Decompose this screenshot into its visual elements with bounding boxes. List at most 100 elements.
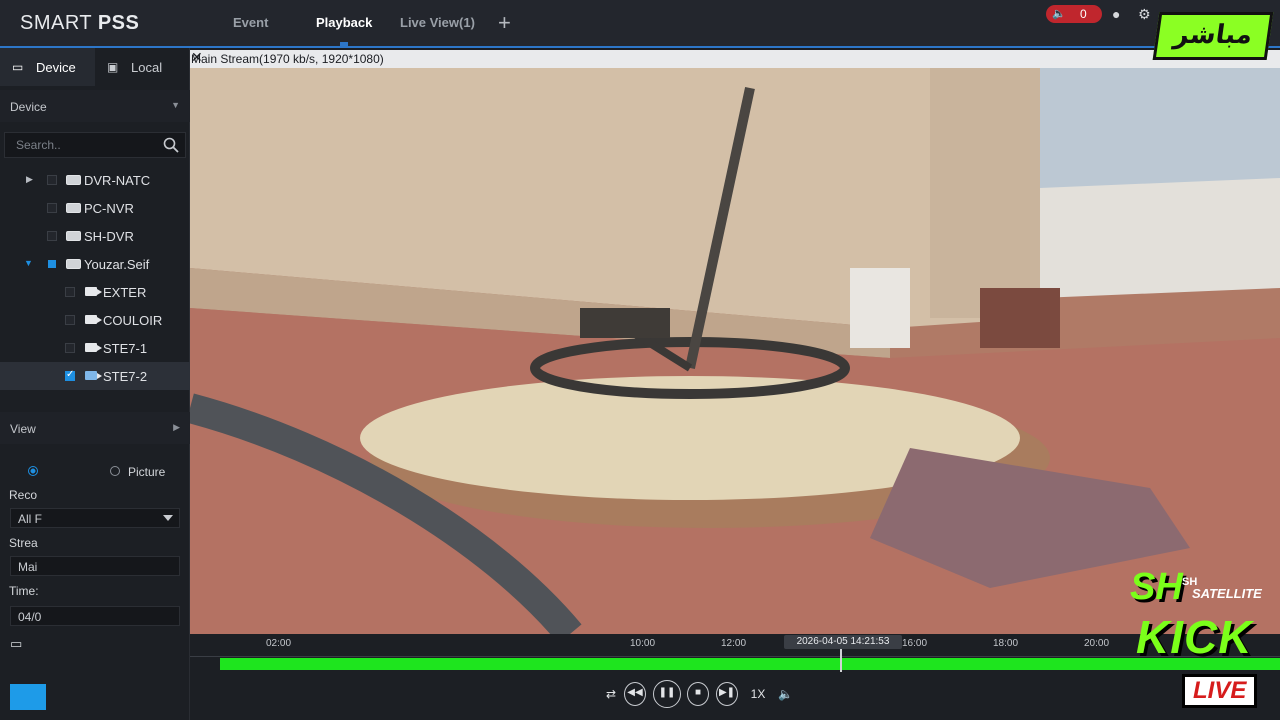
tree-checkbox[interactable] bbox=[47, 203, 57, 213]
sh-logo-text: SH bbox=[1130, 566, 1183, 608]
tab-playback[interactable]: Playback bbox=[316, 15, 372, 46]
tree-checkbox-partial[interactable] bbox=[48, 260, 56, 268]
chevron-down-icon: ▼ bbox=[171, 100, 180, 110]
tick-label: 02:00 bbox=[266, 638, 292, 649]
tick-label: 12:00 bbox=[721, 638, 747, 649]
add-tab-plus-icon[interactable]: + bbox=[498, 10, 511, 36]
playback-timeline: 02:00 10:00 12:00 16:00 18:00 20:00 2026… bbox=[190, 634, 1280, 720]
playback-video[interactable] bbox=[190, 68, 1280, 634]
kick-text: KICK bbox=[1136, 611, 1253, 663]
picture-radio[interactable] bbox=[110, 466, 120, 476]
tree-checkbox[interactable] bbox=[47, 231, 57, 241]
step-forward-icon[interactable]: ▶❚ bbox=[716, 682, 738, 706]
smart-pss-window: SMART PSS Event Playback Live View(1) + … bbox=[0, 0, 1280, 720]
alarm-count: 0 bbox=[1080, 7, 1087, 21]
tick-label: 20:00 bbox=[1084, 638, 1110, 649]
tab-event[interactable]: Event bbox=[233, 15, 268, 30]
search-box bbox=[4, 132, 186, 158]
tree-checkbox[interactable] bbox=[47, 175, 57, 185]
tree-checkbox[interactable] bbox=[65, 343, 75, 353]
camera-icon bbox=[85, 287, 102, 296]
volume-icon[interactable]: 🔈 bbox=[778, 682, 793, 706]
gear-icon[interactable]: ⚙ bbox=[1138, 6, 1151, 23]
stream-value: Mai bbox=[18, 560, 38, 574]
stream-select[interactable]: Mai bbox=[10, 556, 180, 576]
tab-local[interactable]: ▣ Local bbox=[95, 48, 190, 86]
tree-item-label: Youzar.Seif bbox=[84, 257, 150, 272]
record-type-select[interactable]: All F bbox=[10, 508, 180, 528]
top-bar: SMART PSS Event Playback Live View(1) + … bbox=[0, 0, 1280, 48]
collapse-arrow-icon[interactable]: ▼ bbox=[24, 258, 33, 268]
record-type-value: All F bbox=[18, 512, 42, 526]
expand-arrow-icon[interactable]: ▶ bbox=[26, 174, 33, 185]
tree-item-label: SH-DVR bbox=[84, 229, 134, 244]
dvr-offline-icon bbox=[66, 231, 81, 241]
tree-item-couloir[interactable]: COULOIR bbox=[0, 306, 190, 334]
chevron-right-icon: ▶ bbox=[173, 422, 180, 432]
tree-checkbox[interactable] bbox=[65, 315, 75, 325]
picture-label: Picture bbox=[128, 465, 166, 479]
card-icon[interactable]: ▭ bbox=[10, 636, 22, 652]
speed-label[interactable]: 1X bbox=[750, 682, 766, 706]
tree-item-youzar-seif[interactable]: ▼ Youzar.Seif bbox=[0, 250, 190, 278]
nvr-icon bbox=[66, 203, 81, 213]
live-badge: مباشر bbox=[1152, 12, 1274, 60]
camera-icon bbox=[85, 343, 102, 352]
speaker-icon: 🔈 bbox=[1052, 8, 1066, 20]
tick-label: 18:00 bbox=[993, 638, 1019, 649]
dropdown-arrow-icon bbox=[163, 515, 173, 521]
timeline-radio[interactable] bbox=[28, 466, 38, 476]
tick-label: 10:00 bbox=[630, 638, 656, 649]
tree-item-ste7-1[interactable]: STE7-1 bbox=[0, 334, 190, 362]
tree-item-sh-dvr[interactable]: SH-DVR bbox=[0, 222, 190, 250]
tree-item-label: STE7-1 bbox=[103, 341, 148, 356]
dvr-icon bbox=[66, 259, 81, 269]
close-icon[interactable]: ✕ bbox=[191, 49, 1274, 66]
sync-icon[interactable]: ⇄ bbox=[602, 682, 620, 706]
stream-label: Strea bbox=[9, 536, 38, 550]
monitor-icon: ▣ bbox=[107, 60, 119, 74]
search-icon[interactable] bbox=[163, 137, 179, 153]
alarm-badge[interactable]: 🔈 0 bbox=[1046, 5, 1102, 23]
satellite-text: SATELLITE bbox=[1192, 586, 1262, 601]
tree-item-pc-nvr[interactable]: PC-NVR bbox=[0, 194, 190, 222]
tree-item-label: EXTER bbox=[103, 285, 147, 300]
tab-live-view[interactable]: Live View(1) bbox=[400, 15, 475, 30]
live-text: LIVE bbox=[1182, 674, 1258, 708]
tree-item-label: COULOIR bbox=[103, 313, 163, 328]
dvr-icon bbox=[66, 175, 81, 185]
video-info-bar: Main Stream(1970 kb/s, 1920*1080) ✕ bbox=[190, 49, 1280, 68]
tree-item-dvr-natc[interactable]: ▶ DVR-NATC bbox=[0, 166, 190, 194]
time-value: 04/0 bbox=[18, 610, 42, 624]
time-field[interactable]: 04/0 bbox=[10, 606, 180, 626]
record-type-label: Reco bbox=[9, 488, 38, 502]
current-time: 2026-04-05 14:21:53 bbox=[784, 635, 902, 649]
sidebar-tabs: ▭ Device ▣ Local bbox=[0, 48, 189, 86]
tab-device[interactable]: ▭ Device bbox=[0, 48, 95, 86]
stop-icon[interactable]: ■ bbox=[687, 682, 709, 706]
device-section-header[interactable]: Device ▼ bbox=[0, 90, 190, 122]
tab-local-label: Local bbox=[131, 60, 163, 75]
user-icon[interactable]: ● bbox=[1112, 6, 1120, 22]
tree-item-label: PC-NVR bbox=[84, 201, 134, 216]
view-section-header[interactable]: View ▶ bbox=[0, 412, 190, 444]
camera-scene bbox=[190, 68, 1280, 634]
device-icon: ▭ bbox=[12, 60, 24, 74]
pause-icon[interactable]: ❚❚ bbox=[653, 680, 681, 708]
device-section-title: Device bbox=[10, 100, 47, 114]
search-button[interactable] bbox=[10, 684, 46, 710]
tree-item-exter[interactable]: EXTER bbox=[0, 278, 190, 306]
tree-item-label: STE7-2 bbox=[103, 369, 148, 384]
live-badge-text: مباشر bbox=[1171, 20, 1255, 50]
search-input[interactable] bbox=[5, 133, 155, 157]
recording-bar[interactable] bbox=[220, 658, 1280, 670]
playhead[interactable] bbox=[840, 646, 842, 672]
tree-checkbox[interactable] bbox=[65, 287, 75, 297]
time-label: Time: bbox=[9, 584, 39, 598]
tick-label: 16:00 bbox=[902, 638, 928, 649]
tree-item-ste7-2[interactable]: STE7-2 bbox=[0, 362, 190, 390]
rewind-icon[interactable]: ◀◀ bbox=[624, 682, 646, 706]
camera-icon bbox=[85, 315, 102, 324]
kick-live-logo: SH SH SATELLITE KICK LIVE bbox=[1122, 556, 1280, 720]
tree-checkbox-checked[interactable] bbox=[65, 369, 75, 381]
